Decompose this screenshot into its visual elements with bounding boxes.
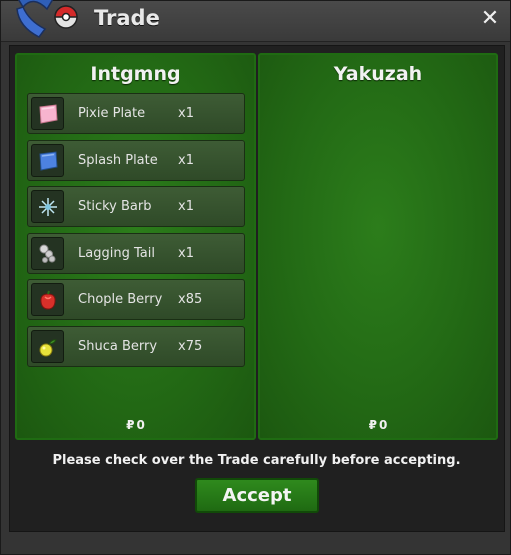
item-name: Shuca Berry [78,338,158,354]
item-quantity: x1 [178,245,194,261]
accept-button[interactable]: Accept [195,478,319,513]
window-title: Trade [94,6,160,30]
currency-symbol: ₽ [368,418,377,432]
item-quantity: x85 [178,292,203,307]
item-quantity: x1 [178,199,194,214]
item-name: Chople Berry [78,292,163,307]
item-name: Lagging Tail [78,245,155,261]
list-item[interactable]: Chople Berry x85 [27,279,245,320]
chople-berry-icon [31,283,64,316]
list-item[interactable]: Sticky Barb x1 [27,186,245,227]
list-item[interactable]: Shuca Berry x75 [27,325,245,367]
money-amount: 0 [379,418,388,432]
trade-notice: Please check over the Trade carefully be… [52,453,461,468]
trade-panel-self: Intgmng Pixie Plate x1 Splash Plate x1 S… [15,53,256,440]
close-icon[interactable]: ✕ [480,8,500,30]
offered-items-list: Pixie Plate x1 Splash Plate x1 Sticky Ba… [27,93,245,372]
pixie-plate-icon [31,97,64,130]
pokeball-logo-icon [9,0,79,43]
item-quantity: x75 [178,338,203,354]
money-offer: ₽0 [17,418,254,432]
trader-name: Yakuzah [333,63,423,85]
trade-panel-partner: Yakuzah ₽0 [258,53,498,440]
list-item[interactable]: Lagging Tail x1 [27,232,245,274]
list-item[interactable]: Pixie Plate x1 [27,93,245,134]
title-bar: Trade ✕ [1,0,510,43]
list-item[interactable]: Splash Plate x1 [27,139,245,181]
sticky-barb-icon [31,190,64,223]
item-name: Sticky Barb [78,199,152,214]
currency-symbol: ₽ [126,418,135,432]
lagging-tail-icon [31,236,64,270]
trade-window: Trade ✕ Intgmng Pixie Plate x1 Splash Pl… [0,0,511,555]
item-quantity: x1 [178,152,194,168]
item-name: Splash Plate [78,152,158,168]
item-name: Pixie Plate [78,106,146,121]
splash-plate-icon [31,143,64,177]
trader-name: Intgmng [90,63,181,85]
money-offer: ₽0 [260,418,496,432]
shuca-berry-icon [31,329,64,363]
money-amount: 0 [136,418,145,432]
item-quantity: x1 [178,106,194,121]
